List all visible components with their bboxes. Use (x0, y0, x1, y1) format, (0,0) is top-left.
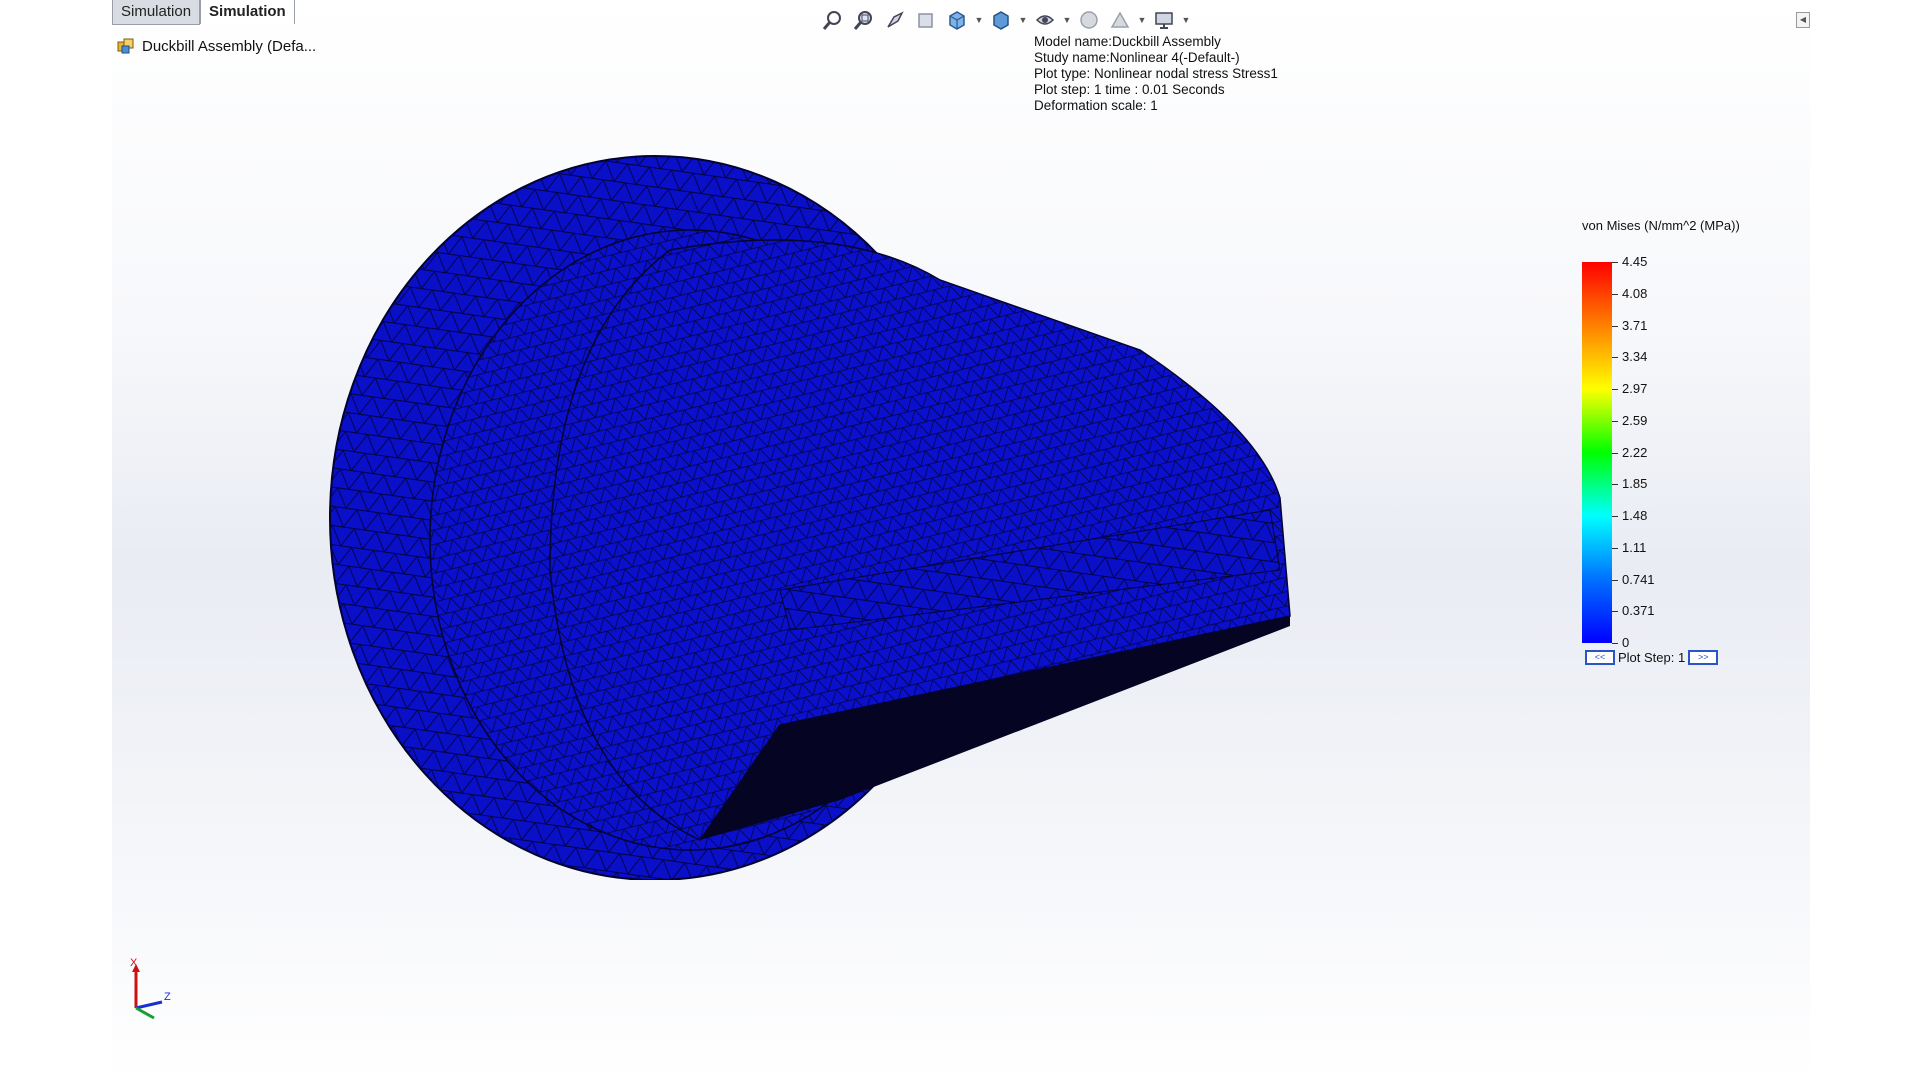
legend-tick-label: 3.71 (1611, 317, 1648, 333)
plot-info-block: Model name:Duckbill Assembly Study name:… (1034, 34, 1278, 114)
legend-tick-label: 4.45 (1611, 254, 1648, 269)
legend-ticks: 4.45 4.08 3.71 3.34 2.97 2.59 2.22 1.85 1.48 1.11… (1611, 252, 1742, 650)
chevron-down-icon[interactable]: ▼ (975, 7, 984, 33)
plot-step-control: << Plot Step: 1 >> (1582, 650, 1721, 665)
legend-tick-label: 1.11 (1611, 539, 1647, 555)
deformation-scale-text: Deformation scale: 1 (1034, 98, 1158, 113)
legend-tick-label: 4.08 (1611, 285, 1648, 301)
chevron-down-icon[interactable]: ▼ (1019, 7, 1028, 33)
tab-simulation-2[interactable]: Simulation (200, 0, 295, 24)
zoom-to-fit-icon[interactable] (820, 7, 846, 33)
legend-tick-label: 2.59 (1611, 412, 1648, 428)
plot-type-text: Plot type: Nonlinear nodal stress Stress… (1034, 66, 1278, 81)
assembly-name: Duckbill Assembly (Defa... (142, 37, 317, 55)
collapse-icon[interactable]: ◀ (1796, 12, 1810, 28)
triad-z-label: Z (164, 991, 171, 1003)
chevron-down-icon[interactable]: ▼ (1063, 7, 1072, 33)
chevron-down-icon[interactable]: ▼ (1182, 7, 1191, 33)
legend-color-bar (1582, 262, 1612, 643)
view-settings-icon[interactable] (1151, 7, 1177, 33)
edit-appearance-icon[interactable] (1076, 7, 1102, 33)
legend-tick-label: 0.371 (1612, 603, 1655, 619)
model-name-text: Model name:Duckbill Assembly (1034, 34, 1221, 49)
legend-tick-label: 2.97 (1611, 381, 1648, 396)
stress-legend: von Mises (N/mm^2 (MPa)) 4.45 4.08 3.71 3.3… (1582, 218, 1782, 665)
apply-scene-icon[interactable] (1107, 7, 1133, 33)
display-style-icon[interactable] (988, 7, 1014, 33)
previous-step-button[interactable]: << (1585, 650, 1615, 665)
legend-tick-label: 1.48 (1611, 508, 1648, 523)
legend-tick-label: 0 (1611, 635, 1630, 650)
heads-up-toolbar: ▼ ▼ ▼ ▼ ▼ (820, 6, 1190, 34)
legend-tick-label: 0.741 (1612, 571, 1655, 587)
chevron-down-icon[interactable]: ▼ (1138, 7, 1147, 33)
view-orientation-icon[interactable] (944, 7, 970, 33)
axis-triad: X Z (130, 958, 171, 1020)
tab-simulation-1[interactable]: Simulation (112, 0, 201, 25)
feature-tree-assembly[interactable]: Duckbill Assembly (Defa... (116, 36, 316, 56)
previous-view-icon[interactable] (882, 7, 908, 33)
tab-bar: Simulation Simulation (112, 0, 295, 26)
next-step-button[interactable]: >> (1688, 650, 1719, 665)
legend-title: von Mises (N/mm^2 (MPa)) (1582, 218, 1740, 233)
legend-tick-label: 2.22 (1611, 444, 1648, 460)
hide-show-icon[interactable] (1032, 7, 1058, 33)
assembly-icon (117, 38, 134, 54)
duckbill-mesh-model[interactable] (320, 140, 1310, 880)
legend-tick-label: 3.34 (1611, 349, 1648, 365)
study-name-text: Study name:Nonlinear 4(-Default-) (1034, 50, 1240, 65)
plot-step-label: Plot Step: 1 (1618, 650, 1686, 665)
plot-step-text: Plot step: 1 time : 0.01 Seconds (1034, 82, 1225, 97)
section-view-icon[interactable] (913, 7, 939, 33)
triad-x-label: X (130, 958, 138, 969)
legend-tick-label: 1.85 (1611, 476, 1648, 492)
zoom-area-icon[interactable] (851, 7, 877, 33)
